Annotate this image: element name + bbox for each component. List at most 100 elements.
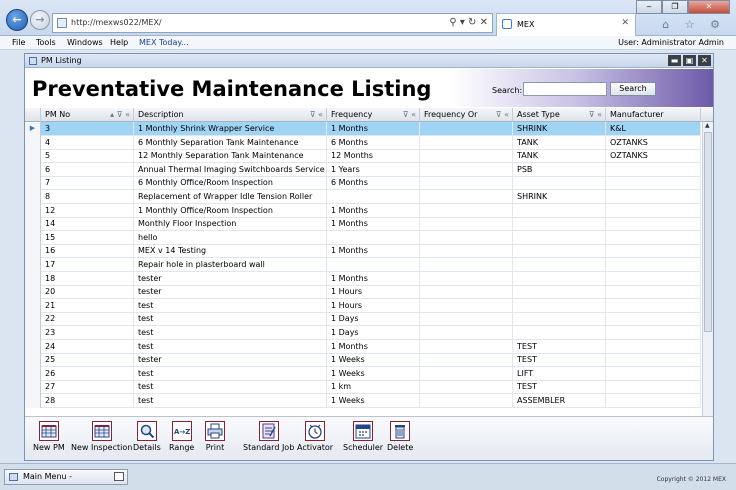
window-minimize-button[interactable]: ▬ [668,55,681,66]
cell-frequency-or [420,122,513,136]
scheduler-button[interactable]: Scheduler [343,421,383,452]
print-button[interactable]: Print [205,421,225,452]
vertical-scroll-thumb[interactable] [704,132,712,332]
column-header-manufacturer[interactable]: Manufacturer [606,108,701,122]
table-row[interactable]: 23 test 1 Days [25,326,701,340]
toolbar-button-label: Scheduler [343,443,384,452]
new-inspection-button[interactable]: New Inspection [71,421,132,452]
table-row[interactable]: 8 Replacement of Wrapper Idle Tension Rol… [25,190,701,204]
address-bar[interactable]: http://mexws022/MEX/ ⚲ ▾ ↻ ✕ [52,13,493,33]
menu-file[interactable]: File [12,38,25,47]
home-favorites-tools-icons[interactable]: ⌂ ☆ ⚙ [662,18,726,31]
cell-asset-type: ASSEMBLER [513,394,606,408]
row-indicator[interactable] [25,326,41,340]
table-row[interactable]: 21 test 1 Hours [25,298,701,313]
row-indicator[interactable] [25,230,41,245]
table-row[interactable]: 46 Monthly Separation Tank Maintenance 6 … [25,135,701,150]
table-row[interactable]: 25 tester 1 Weeks TEST [25,353,701,368]
back-button[interactable]: ← [6,9,28,31]
menu-mex-today[interactable]: MEX Today... [139,38,189,47]
row-indicator[interactable] [25,298,41,313]
cell-frequency-or [420,394,513,408]
table-row[interactable]: 15 hello [25,230,701,245]
row-indicator[interactable] [25,190,41,204]
window-close-button[interactable]: ✕ [698,55,711,66]
menu-tools[interactable]: Tools [36,38,56,47]
row-indicator[interactable] [25,176,41,191]
row-indicator[interactable] [25,366,41,381]
search-button[interactable]: Search [610,82,656,96]
address-bar-icons[interactable]: ⚲ ▾ ↻ ✕ [449,17,488,28]
row-indicator[interactable] [25,339,41,354]
row-indicator[interactable] [25,135,41,150]
table-row[interactable]: 22 test 1 Days [25,312,701,327]
table-row[interactable]: 12 1 Monthly Office/Room Inspection 1 Mont… [25,203,701,218]
filter-collapse-icon[interactable]: ⊽ « [310,108,323,122]
table-row[interactable]: ▶ 3 1 Monthly Shrink Wrapper Service 1 Mont… [25,122,701,136]
row-indicator[interactable] [25,285,41,300]
close-button[interactable]: ✕ [688,0,730,14]
menu-help[interactable]: Help [110,38,128,47]
main-menu-button[interactable]: Main Menu - [4,469,128,485]
column-label: Frequency Or [424,110,478,119]
table-row[interactable]: 27 test 1 km TEST [25,380,701,395]
cell-frequency-or [420,285,513,300]
cell-manufacturer [606,326,701,340]
row-indicator[interactable] [25,271,41,286]
sort-filter-collapse-icon[interactable]: ▴ ⊽ « [110,108,130,122]
table-row[interactable]: 17 Repair hole in plasterboard wall [25,258,701,272]
row-indicator[interactable] [25,162,41,177]
new-pm-button[interactable]: New PM [33,421,65,452]
table-row[interactable]: 18 tester 1 Months [25,271,701,286]
search-input[interactable] [523,82,607,96]
table-row[interactable]: 26 test 1 Weeks LIFT [25,366,701,381]
delete-button[interactable]: Delete [387,421,413,452]
tab-close-icon[interactable]: ✕ [621,18,629,28]
cell-frequency [327,190,420,204]
table-row[interactable]: 14 Monthly Floor Inspection 1 Months [25,217,701,232]
row-indicator[interactable] [25,380,41,395]
row-indicator[interactable] [25,353,41,368]
window-maximize-button[interactable]: ▣ [683,55,696,66]
column-header-asset-type[interactable]: Asset Type ⊽ « [513,108,606,122]
details-button[interactable]: Details [133,421,161,452]
scroll-up-icon[interactable]: ▲ [705,122,710,129]
restore-icon[interactable] [114,472,124,481]
row-indicator[interactable] [25,203,41,218]
cell-manufacturer [606,339,701,354]
forward-button[interactable]: → [30,10,50,30]
cell-asset-type [513,230,606,245]
column-header-frequency[interactable]: Frequency ⊽ « [327,108,420,122]
table-row[interactable]: 28 test 1 Weeks ASSEMBLER [25,394,701,408]
table-row[interactable]: 24 test 1 Months TEST [25,339,701,354]
menu-windows[interactable]: Windows [67,38,103,47]
column-header-pm-no[interactable]: PM No ▴ ⊽ « [41,108,134,122]
range-button[interactable]: A→Z Range [169,421,194,452]
restore-button[interactable]: ❐ [662,0,688,14]
row-indicator[interactable]: ▶ [25,122,41,136]
standard-job-button[interactable]: Standard Job [243,421,294,452]
filter-collapse-icon[interactable]: ⊽ « [589,108,602,122]
row-indicator[interactable] [25,394,41,408]
browser-tab[interactable]: MEX ✕ [496,13,636,36]
table-row[interactable]: 20 tester 1 Hours [25,285,701,300]
filter-collapse-icon[interactable]: ⊽ « [496,108,509,122]
table-row[interactable]: 6 Annual Thermal Imaging Switchboards Ser… [25,162,701,177]
row-indicator[interactable] [25,312,41,327]
activator-button[interactable]: Activator [297,421,333,452]
vertical-scrollbar[interactable]: ▲ [702,122,713,458]
cell-asset-type: SHRINK [513,122,606,136]
row-indicator[interactable] [25,149,41,164]
cell-asset-type [513,258,606,272]
row-indicator[interactable] [25,244,41,259]
table-row[interactable]: 16 MEX v 14 Testing 1 Months [25,244,701,259]
table-row[interactable]: 5 12 Monthly Separation Tank Maintenance 1… [25,149,701,164]
table-row[interactable]: 76 Monthly Office/Room Inspection 6 Month… [25,176,701,191]
filter-collapse-icon[interactable]: ⊽ « [403,108,416,122]
url-text[interactable]: http://mexws022/MEX/ [71,18,162,27]
row-indicator[interactable] [25,258,41,272]
minimize-button[interactable]: ‒ [636,0,662,14]
column-header-frequency-or[interactable]: Frequency Or ⊽ « [420,108,513,122]
row-indicator[interactable] [25,217,41,232]
column-header-description[interactable]: Description ⊽ « [134,108,327,122]
